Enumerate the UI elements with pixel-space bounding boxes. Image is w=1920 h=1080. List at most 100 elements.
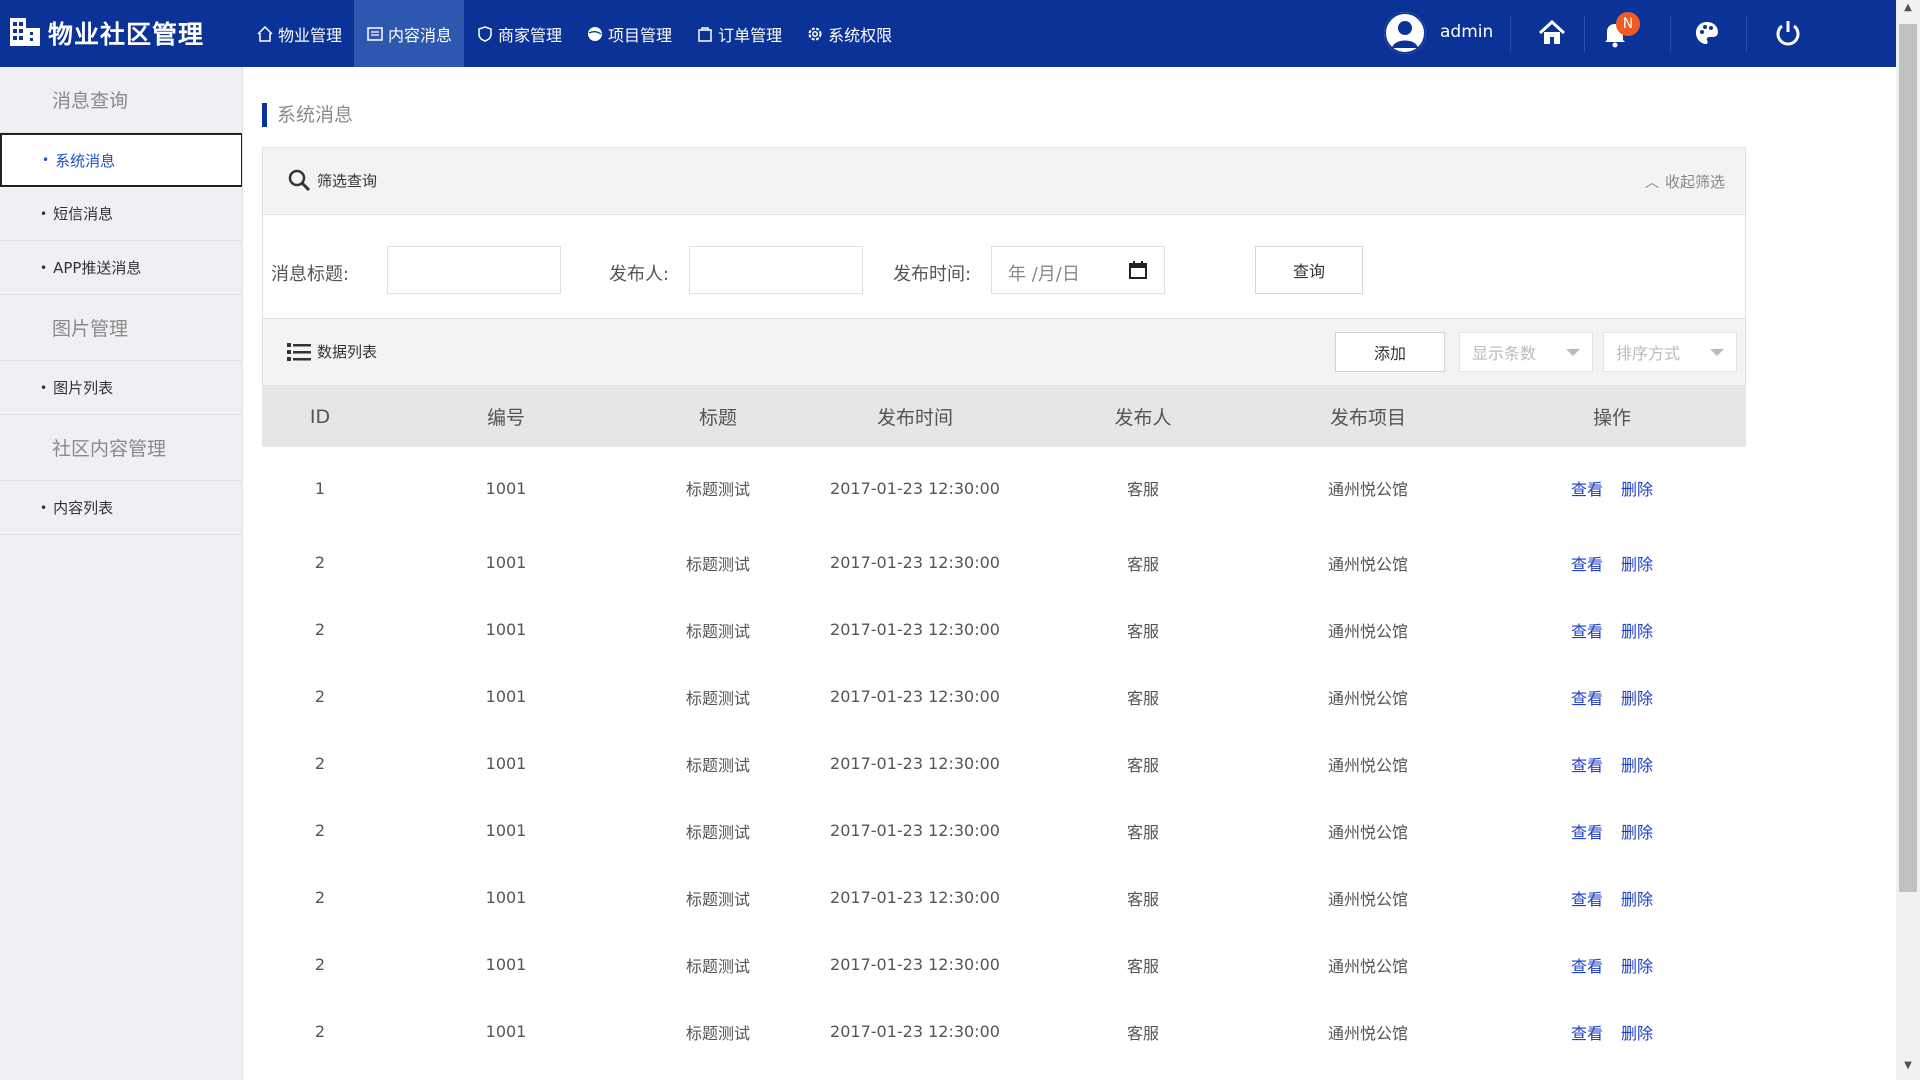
nav-property-management[interactable]: 物业管理 bbox=[244, 0, 354, 67]
delete-link[interactable]: 删除 bbox=[1621, 957, 1653, 976]
column-header[interactable]: 发布项目 bbox=[1258, 386, 1478, 447]
power-icon[interactable] bbox=[1774, 19, 1802, 51]
table-cell: 通州悦公馆 bbox=[1327, 480, 1408, 499]
table-cell: 2017-01-23 12:30:00 bbox=[830, 888, 1000, 907]
app-title: 物业社区管理 bbox=[48, 20, 205, 49]
table-cell: 标题测试 bbox=[685, 822, 750, 842]
sidebar-group-community-content[interactable]: 社区内容管理 bbox=[0, 415, 242, 481]
table-cell: 客服 bbox=[1126, 554, 1159, 574]
home-icon[interactable] bbox=[1538, 19, 1566, 50]
list-icon bbox=[287, 342, 311, 361]
sidebar-group-image-management[interactable]: 图片管理 bbox=[0, 295, 242, 361]
bullet-icon: • bbox=[40, 500, 48, 515]
table-cell: 客服 bbox=[1126, 956, 1159, 976]
delete-link[interactable]: 删除 bbox=[1621, 555, 1653, 574]
sidebar-item-app-push[interactable]: • APP推送消息 bbox=[0, 241, 242, 295]
view-link[interactable]: 查看 bbox=[1571, 890, 1603, 909]
publish-date-picker[interactable]: 年 /月/日 bbox=[991, 246, 1165, 294]
table-cell: 2 bbox=[314, 888, 326, 907]
view-link[interactable]: 查看 bbox=[1571, 957, 1603, 976]
table-cell: 2017-01-23 12:30:00 bbox=[830, 553, 1000, 572]
table-cell: 2017-01-23 12:30:00 bbox=[830, 687, 1000, 706]
nav-merchant-management[interactable]: 商家管理 bbox=[464, 0, 574, 67]
data-list-title: 数据列表 bbox=[287, 341, 377, 362]
message-title-label: 消息标题: bbox=[271, 264, 350, 285]
publisher-label: 发布人: bbox=[609, 264, 670, 285]
column-header[interactable]: 发布时间 bbox=[802, 386, 1028, 447]
view-link[interactable]: 查看 bbox=[1571, 823, 1603, 842]
table-cell: 2 bbox=[314, 821, 326, 840]
palette-icon[interactable] bbox=[1694, 20, 1720, 50]
sidebar-item-sms-messages[interactable]: • 短信消息 bbox=[0, 187, 242, 241]
view-link[interactable]: 查看 bbox=[1571, 622, 1603, 641]
app-logo[interactable]: 物业社区管理 bbox=[8, 10, 204, 56]
view-link[interactable]: 查看 bbox=[1571, 555, 1603, 574]
view-link[interactable]: 查看 bbox=[1571, 689, 1603, 708]
avatar[interactable] bbox=[1384, 12, 1426, 54]
table-cell: 2017-01-23 12:30:00 bbox=[830, 821, 1000, 840]
notification-badge: N bbox=[1616, 12, 1640, 36]
view-link[interactable]: 查看 bbox=[1571, 1024, 1603, 1043]
page-scrollbar[interactable]: ▲ ▼ bbox=[1896, 0, 1920, 1080]
page-size-select[interactable]: 显示条数 bbox=[1459, 332, 1593, 372]
message-title-input[interactable] bbox=[387, 246, 561, 294]
table-cell: 通州悦公馆 bbox=[1327, 956, 1408, 976]
username[interactable]: admin bbox=[1440, 22, 1493, 42]
table-cell: 客服 bbox=[1126, 621, 1159, 641]
delete-link[interactable]: 删除 bbox=[1621, 756, 1653, 775]
table-cell-actions: 查看 删除 bbox=[1478, 447, 1746, 529]
column-header[interactable]: 编号 bbox=[378, 386, 634, 447]
data-list-header: 数据列表 添加 显示条数 排序方式 bbox=[262, 319, 1746, 386]
scroll-thumb[interactable] bbox=[1899, 24, 1917, 892]
table-body: 1 1001 标题测试 2017-01-23 12:30:00 客服 通州悦公馆 查看 删除 2… bbox=[262, 447, 1746, 1065]
table-cell: 1001 bbox=[485, 1022, 527, 1041]
publisher-input[interactable] bbox=[689, 246, 863, 294]
table-row: 2 1001 标题测试 2017-01-23 12:30:00 客服 通州悦公馆 查看 删除 bbox=[262, 663, 1746, 730]
collapse-filter-button[interactable]: ︿ 收起筛选 bbox=[1645, 171, 1725, 192]
view-link[interactable]: 查看 bbox=[1571, 756, 1603, 775]
column-header[interactable]: 标题 bbox=[634, 386, 802, 447]
sidebar-item-system-messages[interactable]: • 系统消息 bbox=[0, 133, 242, 187]
table-cell: 2017-01-23 12:30:00 bbox=[830, 1022, 1000, 1041]
nav-system-permissions[interactable]: 系统权限 bbox=[794, 0, 904, 67]
delete-link[interactable]: 删除 bbox=[1621, 823, 1653, 842]
gear-icon bbox=[806, 25, 824, 43]
nav-label: 项目管理 bbox=[608, 25, 673, 45]
add-button[interactable]: 添加 bbox=[1335, 332, 1445, 372]
table-cell: 1001 bbox=[485, 955, 527, 974]
nav-content-messages[interactable]: 内容消息 bbox=[354, 0, 465, 67]
table-cell: 2 bbox=[314, 955, 326, 974]
bullet-icon: • bbox=[42, 153, 50, 167]
nav-order-management[interactable]: 订单管理 bbox=[684, 0, 794, 67]
sidebar: 消息查询 • 系统消息 • 短信消息 • APP推送消息 图片管理 • 图片列表… bbox=[0, 67, 243, 1080]
sidebar-item-image-list[interactable]: • 图片列表 bbox=[0, 361, 242, 415]
sidebar-item-content-list[interactable]: • 内容列表 bbox=[0, 481, 242, 535]
table-cell: 2 bbox=[314, 687, 326, 706]
sidebar-group-message-query[interactable]: 消息查询 bbox=[0, 67, 242, 133]
scroll-down-arrow-icon[interactable]: ▼ bbox=[1896, 1060, 1920, 1076]
sort-select[interactable]: 排序方式 bbox=[1603, 332, 1737, 372]
table-cell: 1001 bbox=[485, 553, 527, 572]
delete-link[interactable]: 删除 bbox=[1621, 622, 1653, 641]
house-icon bbox=[256, 25, 274, 43]
calendar-icon[interactable] bbox=[1128, 260, 1148, 284]
delete-link[interactable]: 删除 bbox=[1621, 890, 1653, 909]
scroll-up-arrow-icon[interactable]: ▲ bbox=[1896, 2, 1920, 18]
view-link[interactable]: 查看 bbox=[1571, 480, 1603, 499]
nav-project-management[interactable]: 项目管理 bbox=[574, 0, 684, 67]
delete-link[interactable]: 删除 bbox=[1621, 1024, 1653, 1043]
table-cell-actions: 查看 删除 bbox=[1478, 596, 1746, 663]
delete-link[interactable]: 删除 bbox=[1621, 689, 1653, 708]
delete-link[interactable]: 删除 bbox=[1621, 480, 1653, 499]
nav-label: 订单管理 bbox=[718, 25, 783, 45]
table-row: 2 1001 标题测试 2017-01-23 12:30:00 客服 通州悦公馆 查看 删除 bbox=[262, 931, 1746, 998]
header-divider bbox=[1510, 16, 1511, 52]
column-header[interactable]: ID bbox=[262, 386, 378, 447]
column-header[interactable]: 发布人 bbox=[1028, 386, 1258, 447]
table-cell: 2017-01-23 12:30:00 bbox=[830, 478, 1000, 498]
data-list-panel: 数据列表 添加 显示条数 排序方式 ID 编号 标题 发布时间 发布人 发布项目… bbox=[262, 319, 1746, 1080]
table-cell: 客服 bbox=[1126, 480, 1159, 499]
table-cell: 标题测试 bbox=[685, 480, 750, 499]
query-button[interactable]: 查询 bbox=[1255, 246, 1363, 294]
table-cell: 客服 bbox=[1126, 889, 1159, 909]
